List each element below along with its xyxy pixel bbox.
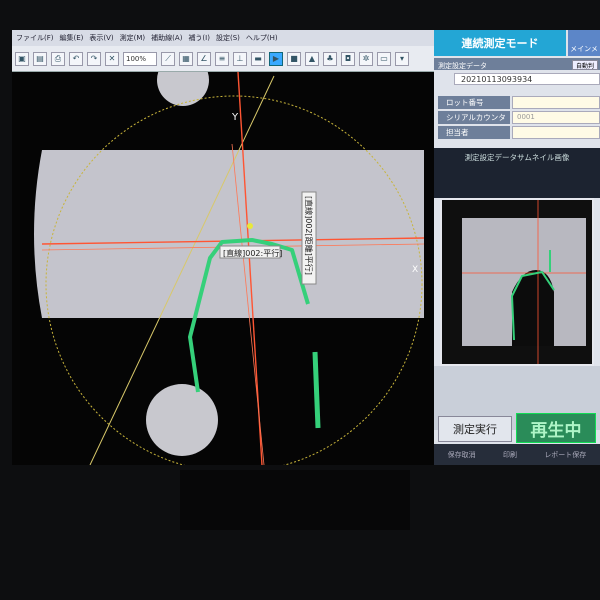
annotation-label-1: [直線]002:平行] <box>223 248 282 258</box>
thumbnail-canvas <box>462 200 586 364</box>
monitor-icon[interactable]: ▭ <box>377 51 391 66</box>
axis-x-label: X <box>412 265 418 275</box>
tree-icon[interactable]: ♣ <box>323 51 337 66</box>
print-icon[interactable]: ⎙ <box>51 51 65 66</box>
operator-input[interactable] <box>512 126 600 139</box>
app-screen: ファイル(F) 編集(E) 表示(V) 測定(M) 補助線(A) 補う(I) 設… <box>12 30 600 465</box>
report-save-button[interactable]: レポート保存 <box>544 450 586 460</box>
camera-icon[interactable]: ◘ <box>341 51 355 66</box>
serial-counter-row: シリアルカウンタ 0001 <box>434 111 600 124</box>
point-marker <box>247 223 253 229</box>
zoom-select[interactable]: 100% <box>123 51 157 66</box>
lot-number-label: ロット番号 <box>438 96 510 109</box>
folder-icon[interactable]: ▣ <box>15 51 29 66</box>
dropdown-icon[interactable]: ▾ <box>395 51 409 66</box>
bottom-button-row: 保存取消 印刷 レポート保存 <box>434 444 600 465</box>
menu-bar: ファイル(F) 編集(E) 表示(V) 測定(M) 補助線(A) 補う(I) 設… <box>12 30 434 46</box>
color-bar-icon[interactable]: ▬ <box>251 51 265 66</box>
align-icon[interactable]: ⊥ <box>233 51 247 66</box>
image-viewer[interactable]: [直線]002[距離]平行] [直線]002:平行] Y X <box>12 72 434 465</box>
print-button[interactable]: 印刷 <box>503 450 517 460</box>
undo-icon[interactable]: ↶ <box>69 51 83 66</box>
menu-edit[interactable]: 編集(E) <box>60 33 84 43</box>
save-icon[interactable]: ▤ <box>33 51 47 66</box>
auto-button[interactable]: 自動判 <box>572 60 598 70</box>
light-icon[interactable]: ✲ <box>359 51 373 66</box>
bottom-hole <box>146 384 218 456</box>
main-menu-button[interactable]: メインメ <box>568 30 600 56</box>
playing-status: 再生中 <box>516 413 596 443</box>
run-measure-button[interactable]: 測定実行 <box>438 416 512 442</box>
axis-y-label: Y <box>231 112 239 123</box>
menu-file[interactable]: ファイル(F) <box>16 33 54 43</box>
mode-title: 連続測定モード <box>434 30 566 56</box>
arrow-up-icon[interactable]: ▲ <box>305 51 319 66</box>
menu-measure[interactable]: 測定(M) <box>120 33 146 43</box>
lot-number-input[interactable] <box>512 96 600 109</box>
monitor-stand <box>180 470 410 530</box>
serial-counter-label: シリアルカウンタ <box>438 111 510 124</box>
cancel-save-button[interactable]: 保存取消 <box>448 450 476 460</box>
delete-icon[interactable]: ✕ <box>105 51 119 66</box>
settings-label: 測定設定データ <box>438 62 487 70</box>
angle-icon[interactable]: ∠ <box>197 51 211 66</box>
operator-row: 担当者 <box>434 126 600 139</box>
setting-id-field[interactable]: 20210113093934 <box>454 73 600 85</box>
serial-counter-input[interactable]: 0001 <box>512 111 600 124</box>
thumbnail-image <box>440 198 594 366</box>
menu-settings[interactable]: 設定(S) <box>216 33 240 43</box>
play-icon[interactable]: ▶ <box>269 51 283 66</box>
toolbar: ▣ ▤ ⎙ ↶ ↷ ✕ 100% ⟋ ▦ ∠ ≡ ⊥ ▬ ▶ ■ ▲ ♣ ◘ ✲… <box>12 46 434 72</box>
thumbnail-title: 測定設定データサムネイル画像 <box>434 148 600 198</box>
grid-icon[interactable]: ▦ <box>179 51 193 66</box>
operator-label: 担当者 <box>438 126 510 139</box>
measure-tool-icon[interactable]: ⟋ <box>161 51 175 66</box>
menu-auxline[interactable]: 補助線(A) <box>151 33 182 43</box>
menu-correct[interactable]: 補う(I) <box>188 33 210 43</box>
right-panel: 連続測定モード メインメ 測定設定データ 自動判 20210113093934 … <box>434 30 600 465</box>
level-icon[interactable]: ≡ <box>215 51 229 66</box>
menu-view[interactable]: 表示(V) <box>89 33 113 43</box>
redo-icon[interactable]: ↷ <box>87 51 101 66</box>
annotation-label-2: [直線]002[距離]平行] <box>304 196 314 275</box>
top-hole <box>157 72 209 106</box>
edge-segment <box>312 351 321 429</box>
workpiece-slot <box>34 150 424 318</box>
menu-help[interactable]: ヘルプ(H) <box>246 33 278 43</box>
lot-number-row: ロット番号 <box>434 96 600 109</box>
measurement-canvas[interactable]: [直線]002[距離]平行] [直線]002:平行] Y X <box>12 72 434 465</box>
stop-icon[interactable]: ■ <box>287 51 301 66</box>
